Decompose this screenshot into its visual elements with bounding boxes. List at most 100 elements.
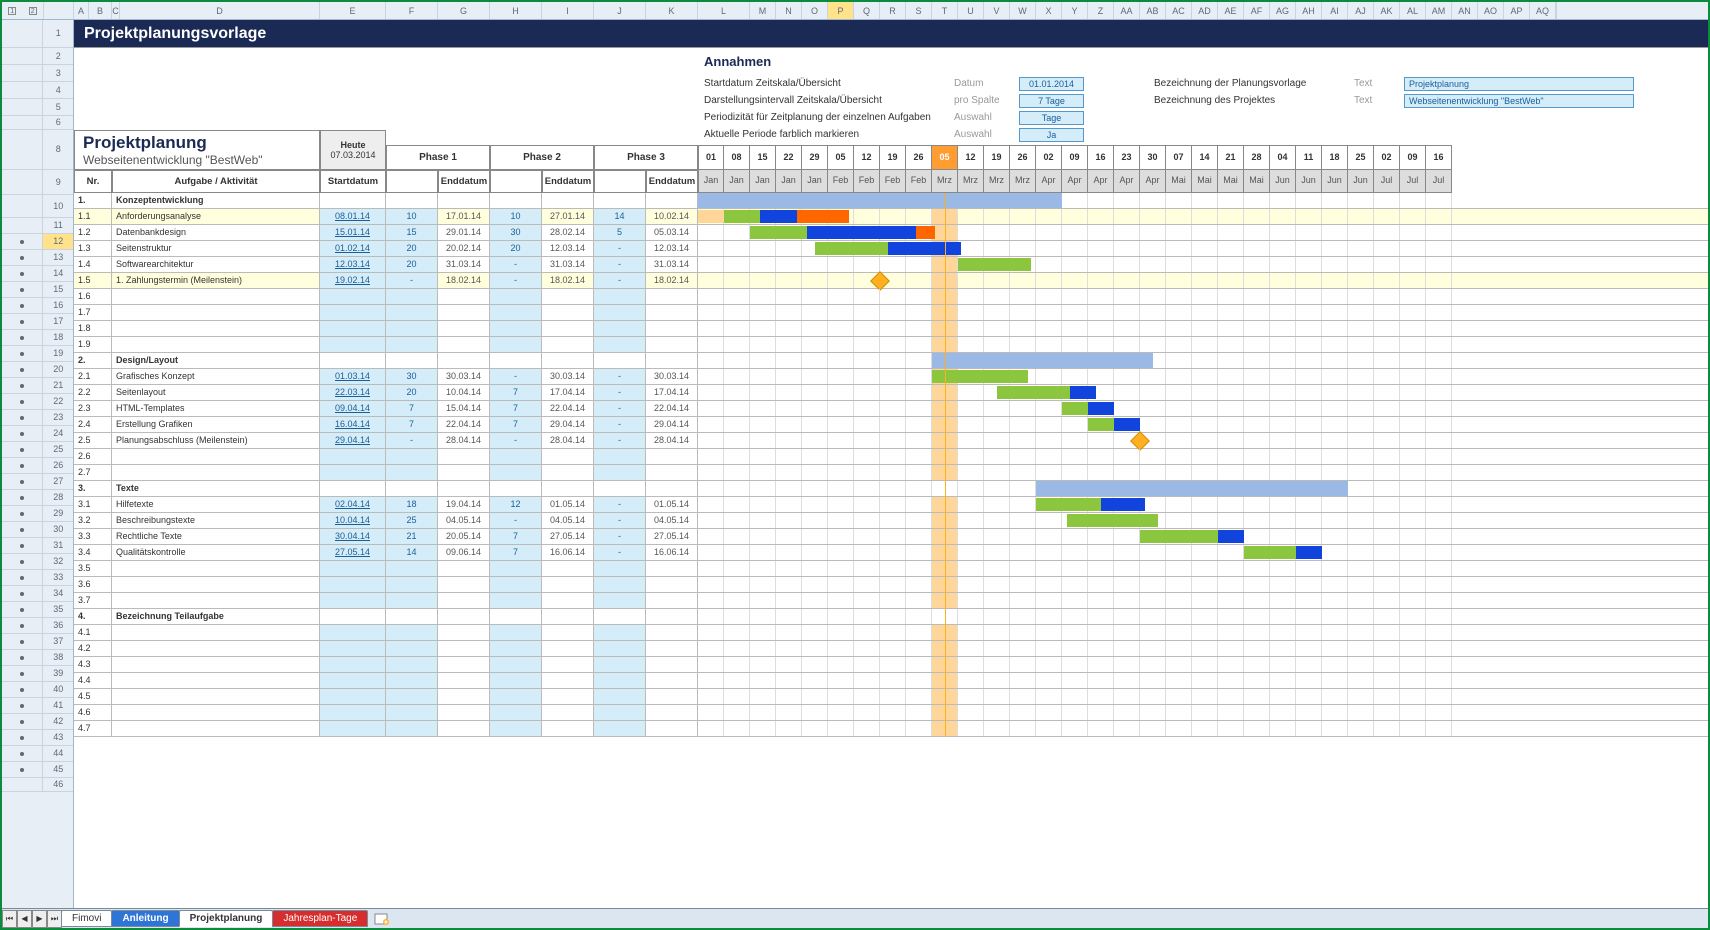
gantt-cell[interactable] (958, 689, 984, 704)
gantt-cell[interactable] (750, 241, 776, 256)
tl-month-18[interactable]: Mai (1166, 170, 1192, 193)
gantt-cell[interactable] (1062, 257, 1088, 272)
gantt-cell[interactable] (906, 465, 932, 480)
gantt-cell[interactable] (906, 625, 932, 640)
gantt-cell[interactable] (1036, 241, 1062, 256)
gantt-cell[interactable] (1140, 225, 1166, 240)
cell-start[interactable] (320, 593, 386, 608)
gantt-cell[interactable] (1088, 721, 1114, 736)
gantt-cell[interactable] (1088, 529, 1114, 544)
cell-start[interactable] (320, 625, 386, 640)
row-num-31[interactable]: 31 (43, 538, 73, 553)
cell-t3[interactable] (594, 641, 646, 656)
row-1.5[interactable]: 1.5 1. Zahlungstermin (Meilenstein)19.02… (74, 273, 1708, 289)
cell-t2[interactable]: 7 (490, 545, 542, 560)
gantt-cell[interactable] (1270, 529, 1296, 544)
gantt-cell[interactable] (750, 481, 776, 496)
gantt-cell[interactable] (1426, 577, 1452, 592)
gantt-cell[interactable] (724, 609, 750, 624)
gantt-cell[interactable] (776, 497, 802, 512)
gantt-cell[interactable] (1374, 705, 1400, 720)
col-AD[interactable]: AD (1192, 2, 1218, 19)
gantt-cell[interactable] (880, 417, 906, 432)
tl-day-17[interactable]: 30 (1140, 145, 1166, 170)
gantt-cell[interactable] (880, 353, 906, 368)
gantt-cell[interactable] (984, 657, 1010, 672)
cell-t2[interactable]: 7 (490, 385, 542, 400)
col-AQ[interactable]: AQ (1530, 2, 1556, 19)
gantt-cell[interactable] (1348, 193, 1374, 208)
cell-t3[interactable]: - (594, 529, 646, 544)
gantt-cell[interactable] (1374, 577, 1400, 592)
gantt-cell[interactable] (1218, 337, 1244, 352)
assump-value-2[interactable]: Tage (1019, 111, 1084, 125)
gantt-cell[interactable] (1348, 321, 1374, 336)
gantt-bar[interactable] (1088, 402, 1114, 415)
gantt-cell[interactable] (1348, 609, 1374, 624)
cell-start[interactable] (320, 657, 386, 672)
cell-t3[interactable]: - (594, 369, 646, 384)
gantt-cell[interactable] (1270, 593, 1296, 608)
outline-row-16[interactable] (2, 298, 43, 313)
gantt-cell[interactable] (1348, 273, 1374, 288)
cell-t3[interactable] (594, 305, 646, 320)
gantt-cell[interactable] (1010, 497, 1036, 512)
gantt-cell[interactable] (906, 449, 932, 464)
gantt-cell[interactable] (1140, 721, 1166, 736)
gantt-cell[interactable] (750, 401, 776, 416)
gantt-cell[interactable] (1010, 417, 1036, 432)
row-num-11[interactable]: 11 (43, 218, 73, 233)
outline-row-14[interactable] (2, 266, 43, 281)
row-3.4[interactable]: 3.4 Qualitätskontrolle27.05.14 14 09.06.… (74, 545, 1708, 561)
col-AN[interactable]: AN (1452, 2, 1478, 19)
gantt-cell[interactable] (1166, 417, 1192, 432)
gantt-cell[interactable] (1218, 369, 1244, 384)
cell-name[interactable] (112, 705, 320, 720)
cell-t1[interactable] (386, 673, 438, 688)
gantt-cell[interactable] (1374, 433, 1400, 448)
row-1.9[interactable]: 1.9 (74, 337, 1708, 353)
gantt-cell[interactable] (1166, 561, 1192, 576)
gantt-cell[interactable] (802, 689, 828, 704)
cell-nr[interactable]: 3.5 (74, 561, 112, 576)
row-num-44[interactable]: 44 (43, 746, 73, 761)
gantt-cell[interactable] (1218, 705, 1244, 720)
gantt-cell[interactable] (1348, 209, 1374, 224)
gantt-cell[interactable] (1036, 401, 1062, 416)
gantt-cell[interactable] (1426, 529, 1452, 544)
gantt-cell[interactable] (698, 513, 724, 528)
gantt-cell[interactable] (1218, 577, 1244, 592)
gantt-cell[interactable] (1296, 673, 1322, 688)
gantt-cell[interactable] (802, 481, 828, 496)
gantt-cell[interactable] (1400, 593, 1426, 608)
gantt-cell[interactable] (1296, 449, 1322, 464)
gantt-cell[interactable] (828, 609, 854, 624)
gantt-cell[interactable] (958, 209, 984, 224)
gantt-cell[interactable] (1322, 417, 1348, 432)
gantt-cell[interactable] (1218, 721, 1244, 736)
outline-row-15[interactable] (2, 282, 43, 297)
gantt-cell[interactable] (1426, 241, 1452, 256)
gantt-cell[interactable] (750, 705, 776, 720)
tl-month-27[interactable]: Jul (1400, 170, 1426, 193)
tl-day-26[interactable]: 02 (1374, 145, 1400, 170)
gantt-cell[interactable] (1192, 465, 1218, 480)
gantt-cell[interactable] (958, 577, 984, 592)
cell-start[interactable] (320, 689, 386, 704)
assump-value2-1[interactable]: Webseitenentwicklung "BestWeb" (1404, 94, 1634, 108)
gantt-cell[interactable] (1010, 401, 1036, 416)
gantt-cell[interactable] (1348, 241, 1374, 256)
row-num-10[interactable]: 10 (43, 195, 73, 217)
gantt-cell[interactable] (854, 433, 880, 448)
cell-nr[interactable]: 1.6 (74, 289, 112, 304)
cell-start[interactable] (320, 641, 386, 656)
gantt-cell[interactable] (1166, 497, 1192, 512)
gantt-cell[interactable] (1374, 273, 1400, 288)
gantt-cell[interactable] (906, 593, 932, 608)
gantt-cell[interactable] (1270, 193, 1296, 208)
gantt-cell[interactable] (1374, 481, 1400, 496)
gantt-cell[interactable] (1244, 609, 1270, 624)
gantt-cell[interactable] (1270, 497, 1296, 512)
gantt-cell[interactable] (1426, 657, 1452, 672)
tl-day-18[interactable]: 07 (1166, 145, 1192, 170)
